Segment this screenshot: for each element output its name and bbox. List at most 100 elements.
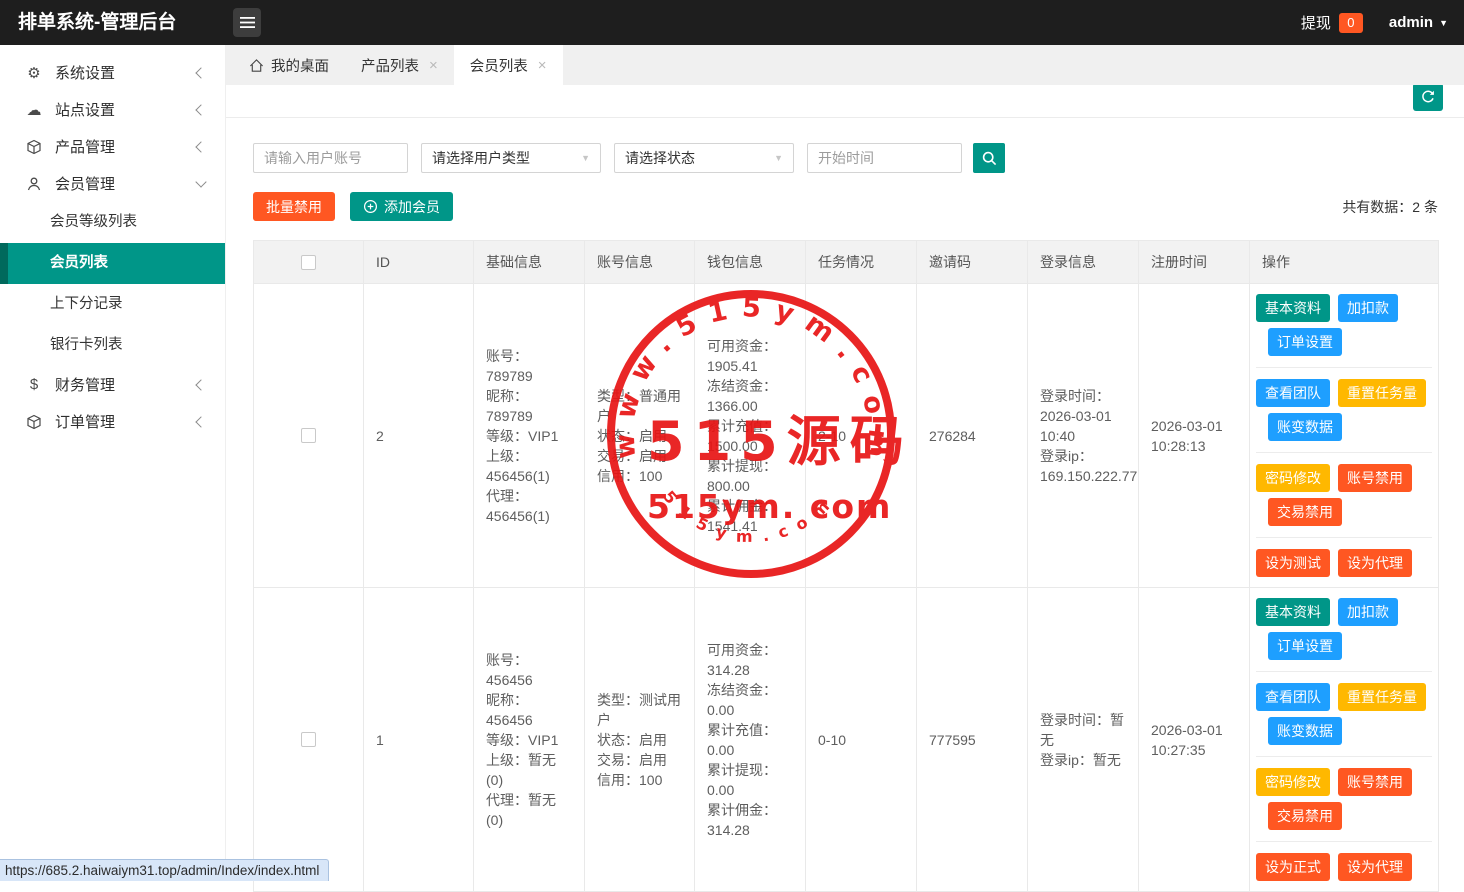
op-button[interactable]: 密码修改 bbox=[1256, 768, 1330, 796]
sidebar-item-4[interactable]: $财务管理 bbox=[0, 366, 225, 403]
sidebar-item-label: 会员管理 bbox=[55, 173, 115, 194]
column-header-0: ID bbox=[364, 241, 474, 284]
tab-close-icon[interactable]: × bbox=[538, 57, 547, 74]
op-button[interactable]: 加扣款 bbox=[1338, 294, 1398, 322]
column-header-1: 基础信息 bbox=[474, 241, 585, 284]
column-header-4: 任务情况 bbox=[806, 241, 917, 284]
op-button[interactable]: 交易禁用 bbox=[1268, 802, 1342, 830]
op-button[interactable]: 账变数据 bbox=[1268, 413, 1342, 441]
bulk-disable-button[interactable]: 批量禁用 bbox=[253, 192, 335, 221]
sidebar-subitem-3-0[interactable]: 会员等级列表 bbox=[0, 202, 225, 243]
op-button[interactable]: 基本资料 bbox=[1256, 598, 1330, 626]
info-line: 登录时间：2026-03-01 10:40 bbox=[1040, 386, 1126, 446]
info-line: 累计提现：800.00 bbox=[707, 456, 793, 496]
status-select[interactable]: 请选择状态 ▼ bbox=[614, 143, 794, 173]
info-line: 累计佣金：1541.41 bbox=[707, 496, 793, 536]
ops-divider bbox=[1256, 537, 1432, 538]
op-button[interactable]: 设为代理 bbox=[1338, 549, 1412, 577]
select-all-header bbox=[254, 241, 364, 284]
info-line: 账号：789789 bbox=[486, 346, 572, 386]
sidebar-item-1[interactable]: ☁站点设置 bbox=[0, 91, 225, 128]
filters-row: 请选择用户类型 ▼ 请选择状态 ▼ bbox=[253, 143, 1438, 173]
op-button[interactable]: 设为测试 bbox=[1256, 549, 1330, 577]
refresh-button[interactable] bbox=[1413, 83, 1443, 111]
column-header-6: 登录信息 bbox=[1028, 241, 1139, 284]
sidebar-item-label: 订单管理 bbox=[55, 411, 115, 432]
ops-group: 密码修改账号禁用交易禁用 bbox=[1256, 768, 1432, 830]
cell-id: 1 bbox=[364, 588, 474, 892]
info-line: 可用资金：1905.41 bbox=[707, 336, 793, 376]
chevron-down-icon bbox=[195, 176, 206, 187]
sidebar-item-label: 产品管理 bbox=[55, 136, 115, 157]
ops-group: 密码修改账号禁用交易禁用 bbox=[1256, 464, 1432, 526]
sidebar-subitem-3-2[interactable]: 上下分记录 bbox=[0, 284, 225, 325]
caret-down-icon: ▼ bbox=[581, 144, 590, 172]
cell-account-info: 类型：测试用户状态：启用交易：启用信用：100 bbox=[585, 588, 695, 892]
info-line: 等级：VIP1 bbox=[486, 730, 572, 750]
tab-0[interactable]: 我的桌面 bbox=[233, 45, 345, 85]
user-type-select[interactable]: 请选择用户类型 ▼ bbox=[421, 143, 601, 173]
withdraw-link[interactable]: 提现 bbox=[1301, 12, 1331, 33]
browser-status-bar: https://685.2.haiwaiym31.top/admin/Index… bbox=[0, 859, 329, 881]
withdraw-count-badge: 0 bbox=[1339, 13, 1363, 33]
op-button[interactable]: 订单设置 bbox=[1268, 328, 1342, 356]
tab-close-icon[interactable]: × bbox=[429, 57, 438, 74]
op-button[interactable]: 基本资料 bbox=[1256, 294, 1330, 322]
sidebar-subitem-3-3[interactable]: 银行卡列表 bbox=[0, 325, 225, 366]
sidebar-item-0[interactable]: ⚙系统设置 bbox=[0, 54, 225, 91]
user-menu[interactable]: admin bbox=[1389, 14, 1433, 31]
info-line: 交易：启用 bbox=[597, 750, 682, 770]
tab-2[interactable]: 会员列表× bbox=[454, 45, 563, 85]
start-time-input[interactable] bbox=[807, 143, 962, 173]
info-line: 状态：启用 bbox=[597, 426, 682, 446]
chevron-left-icon bbox=[195, 379, 206, 390]
info-line: 交易：启用 bbox=[597, 446, 682, 466]
op-button[interactable]: 账变数据 bbox=[1268, 717, 1342, 745]
content-area: 请选择用户类型 ▼ 请选择状态 ▼ 批量禁用 bbox=[225, 118, 1464, 892]
row-checkbox[interactable] bbox=[301, 732, 316, 747]
ops-group: 设为正式设为代理 bbox=[1256, 853, 1432, 881]
tab-1[interactable]: 产品列表× bbox=[345, 45, 454, 85]
info-line: 类型：普通用户 bbox=[597, 386, 682, 426]
refresh-strip bbox=[225, 85, 1464, 118]
sidebar-item-label: 系统设置 bbox=[55, 62, 115, 83]
info-line: 信用：100 bbox=[597, 770, 682, 790]
account-search-input[interactable] bbox=[253, 143, 408, 173]
op-button[interactable]: 订单设置 bbox=[1268, 632, 1342, 660]
op-button[interactable]: 查看团队 bbox=[1256, 683, 1330, 711]
sidebar-item-5[interactable]: 订单管理 bbox=[0, 403, 225, 440]
sidebar-item-label: 站点设置 bbox=[55, 99, 115, 120]
op-button[interactable]: 账号禁用 bbox=[1338, 768, 1412, 796]
search-button[interactable] bbox=[973, 143, 1005, 173]
op-button[interactable]: 设为代理 bbox=[1338, 853, 1412, 881]
cell-basic-info: 账号：456456昵称：456456等级：VIP1上级：暂无(0)代理：暂无(0… bbox=[474, 588, 585, 892]
status-url: https://685.2.haiwaiym31.top/admin/Index… bbox=[5, 863, 319, 878]
cell-task: 2-10 bbox=[806, 284, 917, 588]
ops-group: 设为测试设为代理 bbox=[1256, 549, 1432, 577]
op-button[interactable]: 重置任务量 bbox=[1338, 379, 1426, 407]
sidebar-subitem-3-1[interactable]: 会员列表 bbox=[0, 243, 225, 284]
op-button[interactable]: 账号禁用 bbox=[1338, 464, 1412, 492]
op-button[interactable]: 密码修改 bbox=[1256, 464, 1330, 492]
sidebar-item-3[interactable]: 会员管理 bbox=[0, 165, 225, 202]
column-header-2: 账号信息 bbox=[585, 241, 695, 284]
add-member-label: 添加会员 bbox=[384, 197, 440, 217]
op-button[interactable]: 重置任务量 bbox=[1338, 683, 1426, 711]
ops-divider bbox=[1256, 452, 1432, 453]
select-all-checkbox[interactable] bbox=[301, 255, 316, 270]
op-button[interactable]: 查看团队 bbox=[1256, 379, 1330, 407]
chevron-left-icon bbox=[195, 141, 206, 152]
plus-circle-icon bbox=[363, 199, 378, 214]
add-member-button[interactable]: 添加会员 bbox=[350, 192, 453, 221]
cell-wallet-info: 可用资金：314.28冻结资金：0.00累计充值：0.00累计提现：0.00累计… bbox=[695, 588, 806, 892]
op-button[interactable]: 设为正式 bbox=[1256, 853, 1330, 881]
sidebar-item-2[interactable]: 产品管理 bbox=[0, 128, 225, 165]
home-icon bbox=[249, 58, 264, 73]
ops-divider bbox=[1256, 841, 1432, 842]
column-header-8: 操作 bbox=[1250, 241, 1439, 284]
ops-divider bbox=[1256, 367, 1432, 368]
sidebar-toggle-button[interactable] bbox=[233, 8, 261, 37]
op-button[interactable]: 交易禁用 bbox=[1268, 498, 1342, 526]
row-checkbox[interactable] bbox=[301, 428, 316, 443]
op-button[interactable]: 加扣款 bbox=[1338, 598, 1398, 626]
